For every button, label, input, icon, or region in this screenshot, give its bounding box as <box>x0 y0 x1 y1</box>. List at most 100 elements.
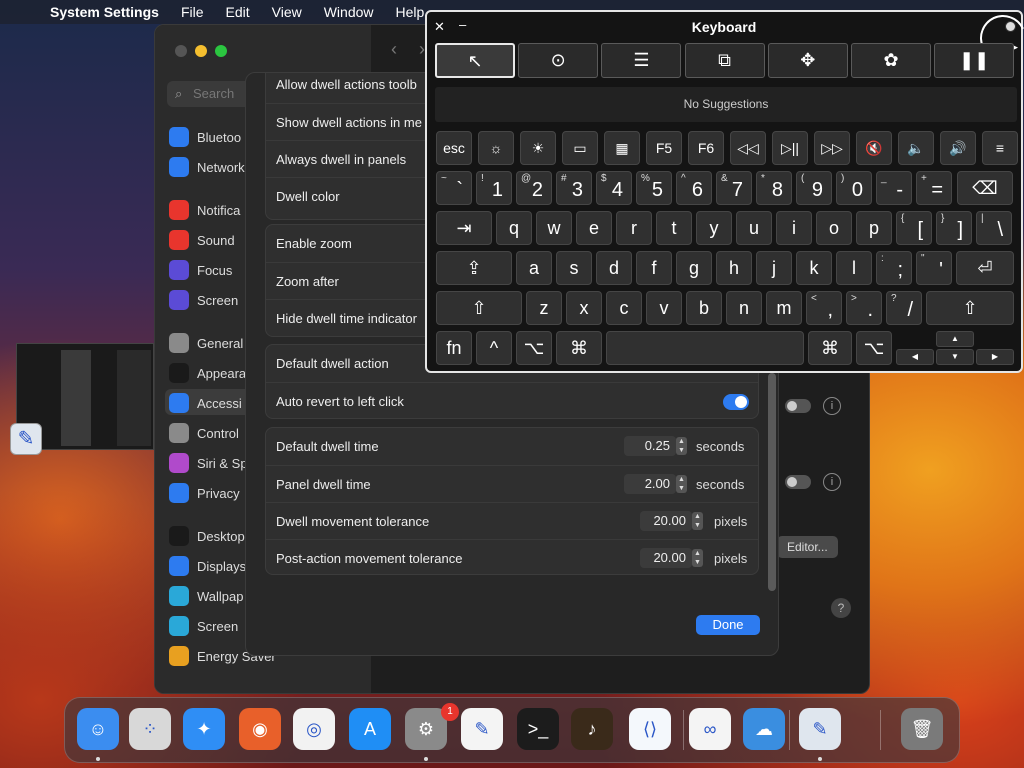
fn-row-key-10[interactable]: 🔇 <box>856 131 892 165</box>
sidebar-item-focus[interactable]: Focus <box>169 258 232 282</box>
key-0[interactable]: ) 0 <box>836 171 872 205</box>
key-o[interactable]: o <box>816 211 852 245</box>
stepper[interactable]: ▲ ▼ <box>692 549 703 567</box>
fn-row-key-3[interactable]: ▭ <box>562 131 598 165</box>
toggle-switch[interactable] <box>785 399 811 413</box>
sidebar-item-notifications[interactable]: Notifica <box>169 198 240 222</box>
menu-edit[interactable]: Edit <box>226 4 250 20</box>
fn-row-key-7[interactable]: ◁◁ <box>730 131 766 165</box>
stepper[interactable]: ▲ ▼ <box>676 437 687 455</box>
vscode-icon[interactable]: ⟨⟩ <box>629 708 671 750</box>
key-n[interactable]: n <box>726 291 762 325</box>
movement-tolerance-field[interactable]: 20.00 <box>640 511 692 531</box>
key-u[interactable]: u <box>736 211 772 245</box>
fn-row-key-8[interactable]: ▷|| <box>772 131 808 165</box>
sidebar-item-network[interactable]: Network <box>169 155 245 179</box>
key-sym-z0[interactable]: <, <box>806 291 842 325</box>
key-h[interactable]: h <box>716 251 752 285</box>
key-j[interactable]: j <box>756 251 792 285</box>
options-icon[interactable] <box>1005 21 1016 32</box>
key-e[interactable]: e <box>576 211 612 245</box>
sidebar-item-bluetooth[interactable]: Bluetoo <box>169 125 241 149</box>
close-window-button[interactable] <box>175 45 187 57</box>
arrow-right-key[interactable]: ▶ <box>976 349 1014 365</box>
sidebar-item-wallpaper[interactable]: Wallpap <box>169 584 243 608</box>
key-1[interactable]: ! 1 <box>476 171 512 205</box>
launchpad-icon[interactable]: ⁘ <box>129 708 171 750</box>
sidebar-item-siri-spotlight[interactable]: Siri & Sp <box>169 451 248 475</box>
key-q[interactable]: q <box>496 211 532 245</box>
auto-revert-row[interactable]: Auto revert to left click <box>266 382 758 419</box>
sidebar-item-screen-saver[interactable]: Screen <box>169 614 238 638</box>
key-r[interactable]: r <box>616 211 652 245</box>
key-t[interactable]: t <box>656 211 692 245</box>
menu-window[interactable]: Window <box>324 4 374 20</box>
right-option-key[interactable]: ⌥ <box>856 331 892 365</box>
default-dwell-time-field[interactable]: 0.25 <box>624 436 676 456</box>
key-w[interactable]: w <box>536 211 572 245</box>
sidebar-item-desktop-dock[interactable]: Desktop <box>169 524 245 548</box>
key-sym-z2[interactable]: ? / <box>886 291 922 325</box>
sidebar-item-privacy-security[interactable]: Privacy <box>169 481 240 505</box>
sidebar-item-displays[interactable]: Displays <box>169 554 246 578</box>
sidebar-item-general[interactable]: General <box>169 331 243 355</box>
terminal-icon[interactable]: >_ <box>517 708 559 750</box>
menu-file[interactable]: File <box>181 4 204 20</box>
key-a[interactable]: a <box>516 251 552 285</box>
tab-key[interactable]: ⇥ <box>436 211 492 245</box>
key-sym-a1[interactable]: " ' <box>916 251 952 285</box>
option-key[interactable]: ⌥ <box>516 331 552 365</box>
fn-row-key-0[interactable]: esc <box>436 131 472 165</box>
key-6[interactable]: ^ 6 <box>676 171 712 205</box>
key-z[interactable]: z <box>526 291 562 325</box>
post-action-tolerance-field[interactable]: 20.00 <box>640 548 692 568</box>
space-bar[interactable] <box>606 331 804 365</box>
key-b[interactable]: b <box>686 291 722 325</box>
right-shift-key[interactable]: ⇧ <box>926 291 1014 325</box>
menu-view[interactable]: View <box>272 4 302 20</box>
keyboard-viewer-icon[interactable]: ✎ <box>799 708 841 750</box>
done-button[interactable]: Done <box>696 615 760 635</box>
weather-icon[interactable]: ☁ <box>743 708 785 750</box>
fn-row-key-12[interactable]: 🔊 <box>940 131 976 165</box>
menu-app-name[interactable]: System Settings <box>50 4 159 20</box>
arrow-left-key[interactable]: ◀ <box>896 349 934 365</box>
info-icon[interactable]: i <box>823 473 841 491</box>
textedit-icon[interactable]: ✎ <box>461 708 503 750</box>
key-f[interactable]: f <box>636 251 672 285</box>
fn-row-key-13[interactable]: ≡ <box>982 131 1018 165</box>
fn-key[interactable]: fn <box>436 331 472 365</box>
control-key[interactable]: ^ <box>476 331 512 365</box>
fn-row-key-9[interactable]: ▷▷ <box>814 131 850 165</box>
fn-row-key-2[interactable]: ☀ <box>520 131 556 165</box>
key-sym-2[interactable]: | \ <box>976 211 1012 245</box>
context-menu-icon[interactable]: ☰ <box>601 43 682 78</box>
key-l[interactable]: l <box>836 251 872 285</box>
key-i[interactable]: i <box>776 211 812 245</box>
key-3[interactable]: #3 <box>556 171 592 205</box>
sidebar-item-accessibility[interactable]: Accessi <box>169 391 242 415</box>
key-7[interactable]: & 7 <box>716 171 752 205</box>
sidebar-item-appearance[interactable]: Appeara <box>169 361 246 385</box>
key-m[interactable]: m <box>766 291 802 325</box>
chrome-icon[interactable]: ◎ <box>293 708 335 750</box>
scrollbar[interactable] <box>768 373 776 591</box>
delete-key[interactable]: ⌫ <box>957 171 1013 205</box>
move-icon[interactable]: ✥ <box>767 43 848 78</box>
key-x[interactable]: x <box>566 291 602 325</box>
visual-studio-icon[interactable]: ∞ <box>689 708 731 750</box>
help-button[interactable]: ? <box>831 598 851 618</box>
return-key[interactable]: ⏎ <box>956 251 1014 285</box>
info-icon[interactable]: i <box>823 397 841 415</box>
key-2[interactable]: @2 <box>516 171 552 205</box>
key-g[interactable]: g <box>676 251 712 285</box>
key-p[interactable]: p <box>856 211 892 245</box>
fn-row-key-4[interactable]: ▦ <box>604 131 640 165</box>
double-click-icon[interactable]: ⊙ <box>518 43 599 78</box>
arrow-down-key[interactable]: ▼ <box>936 349 974 365</box>
sidebar-item-sound[interactable]: Sound <box>169 228 235 252</box>
garageband-icon[interactable]: ♪ <box>571 708 613 750</box>
back-arrow-icon[interactable]: ‹ <box>391 39 397 60</box>
keyboard-viewer-icon[interactable]: ✎ <box>10 423 42 455</box>
key-4[interactable]: $4 <box>596 171 632 205</box>
